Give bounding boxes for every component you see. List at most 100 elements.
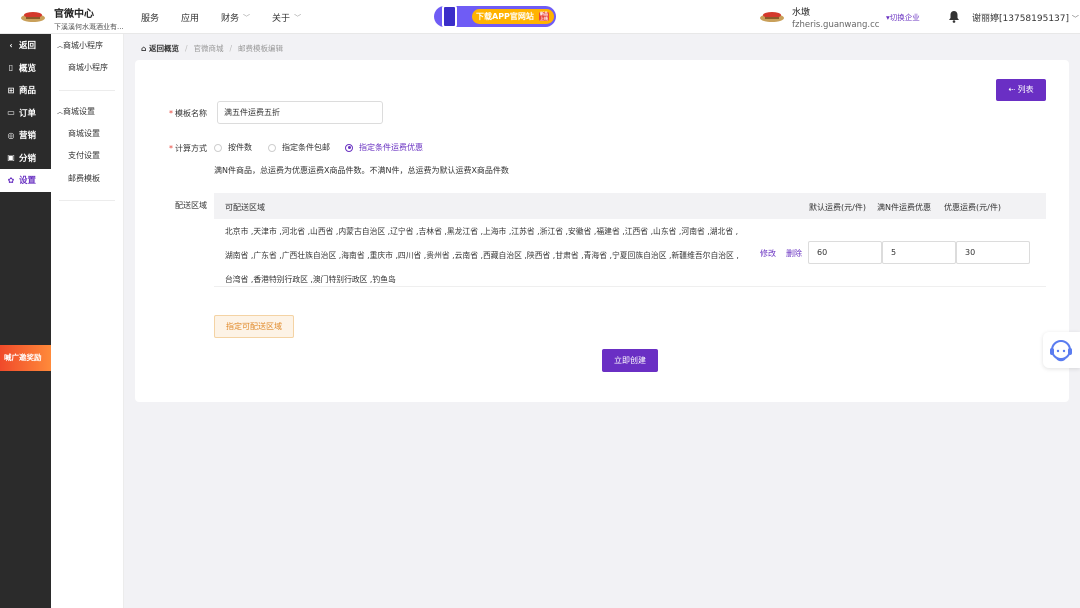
secondary-sidebar: ︿商城小程序 商城小程序 ︿商城设置 商城设置 支付设置 邮费模板 — [51, 34, 124, 608]
nav-finance[interactable]: 财务 ﹀ — [221, 11, 251, 25]
invite-reward-badge[interactable]: 喊广邀奖励 — [0, 345, 51, 371]
delete-region-link[interactable]: 删除 — [786, 248, 802, 259]
breadcrumb-home[interactable]: ⌂ 返回概览 — [141, 43, 179, 54]
required-mark: * — [169, 109, 173, 118]
breadcrumb-item[interactable]: 官微商城 — [194, 43, 224, 54]
company-logo-icon — [760, 12, 784, 22]
sidebar-group-label: 商城设置 — [63, 106, 96, 116]
breadcrumb-separator: / — [184, 44, 188, 53]
col-region: 可配送区域 — [225, 203, 265, 212]
col-discount-fee: 优惠运费(元/件) — [944, 203, 1001, 212]
user-menu[interactable]: 谢丽婷[13758195137] ﹀ — [972, 11, 1079, 24]
threshold-input[interactable]: 5 — [882, 241, 956, 264]
template-form-card: ⇠ 列表 * 模板名称 满五件运费五折 * 计算方式 按件数 指定条件包邮 指定条件… — [135, 60, 1069, 402]
nav-label: 财务 — [221, 14, 240, 24]
list-button-label: 列表 — [1017, 85, 1034, 94]
rail-item-overview[interactable]: ▯ 概览 — [0, 57, 51, 80]
radio-by-count[interactable]: 按件数 — [214, 142, 252, 153]
chevron-down-icon: ﹀ — [243, 13, 251, 22]
sidebar-group-label: 商城小程序 — [63, 41, 104, 50]
rail-item-marketing[interactable]: ◎ 营销 — [0, 124, 51, 147]
edit-region-link[interactable]: 修改 — [760, 248, 776, 259]
rail-item-orders[interactable]: ▭ 订单 — [0, 102, 51, 125]
region-line: 台湾省 ,香港特别行政区 ,澳门特别行政区 ,钓鱼岛 — [225, 275, 396, 284]
rail-item-back[interactable]: ‹ 返回 — [0, 34, 51, 57]
template-name-input[interactable]: 满五件运费五折 — [217, 101, 383, 124]
back-icon: ‹ — [9, 40, 13, 50]
nav-about[interactable]: 关于 ﹀ — [272, 11, 302, 25]
chevron-down-icon: ﹀ — [294, 13, 302, 22]
sidebar-divider — [59, 89, 115, 91]
nav-apps[interactable]: 应用 — [181, 11, 199, 24]
radio-discount-condition[interactable]: 指定条件运费优惠 — [345, 142, 423, 153]
nav-service[interactable]: 服务 — [141, 11, 159, 24]
create-button[interactable]: 立即创建 — [602, 349, 658, 372]
region-line: 北京市 ,天津市 ,河北省 ,山西省 ,内蒙古自治区 ,辽宁省 ,吉林省 ,黑龙… — [225, 227, 739, 236]
brand[interactable]: 官微中心 下溪溪何水溉酒业有... — [54, 5, 126, 32]
sidebar-item-payment-settings[interactable]: 支付设置 — [51, 145, 123, 168]
brand-logo-icon — [21, 12, 45, 22]
calc-method-label: * 计算方式 — [169, 143, 207, 154]
order-icon: ▭ — [7, 108, 15, 118]
customer-service-button[interactable] — [1043, 332, 1080, 368]
region-table-header: 可配送区域 默认运费(元/件) 满N件运费优惠 优惠运费(元/件) — [214, 193, 1046, 219]
marketing-icon: ◎ — [7, 130, 15, 140]
rail-label: 返回 — [19, 41, 37, 52]
rail-label: 营销 — [19, 131, 37, 142]
radio-dot — [268, 143, 276, 152]
rail-label: 概览 — [19, 63, 37, 74]
promo-text: 下载APP官网站 — [476, 12, 534, 21]
rail-item-goods[interactable]: ⊞ 商品 — [0, 79, 51, 102]
company-name: 水墩 — [792, 8, 811, 18]
rail-label: 分销 — [19, 153, 37, 164]
sidebar-item-shop-settings[interactable]: 商城设置 — [51, 123, 123, 146]
breadcrumb-home-label: 返回概览 — [148, 44, 179, 53]
label-text: 模板名称 — [175, 109, 207, 118]
radio-label: 按件数 — [228, 143, 252, 152]
top-nav: 服务 应用 财务 ﹀ 关于 ﹀ — [141, 11, 323, 25]
radio-dot — [214, 143, 222, 152]
add-delivery-area-button[interactable]: 指定可配送区域 — [214, 315, 294, 338]
top-bar: 官微中心 下溪溪何水溉酒业有... 服务 应用 财务 ﹀ 关于 ﹀ 下载APP官网站… — [0, 0, 1080, 34]
radio-dot — [345, 143, 353, 152]
sidebar-item-shipping-template[interactable]: 邮费模板 — [51, 168, 123, 191]
row-divider — [214, 286, 1046, 287]
nav-label: 关于 — [272, 14, 291, 24]
col-default-fee: 默认运费(元/件) — [809, 203, 866, 212]
switch-company-button[interactable]: ▾切换企业 — [886, 12, 920, 23]
home-icon: ⌂ — [141, 44, 149, 53]
template-name-label: * 模板名称 — [169, 108, 207, 119]
phone-icon — [442, 5, 457, 28]
company-info: 水墩 fzheris.guanwang.cc — [792, 5, 879, 30]
calc-hint: 满N件商品，总运费为优惠运费X商品件数。不满N件，总运费为默认运费X商品件数 — [214, 166, 509, 175]
arrow-left-icon: ⇠ — [1008, 85, 1018, 94]
breadcrumb-item: 邮费模板编辑 — [238, 44, 284, 53]
discount-fee-input[interactable]: 30 — [956, 241, 1030, 264]
col-threshold: 满N件运费优惠 — [877, 203, 931, 212]
promo-pill: 下载APP官网站 新品上线 — [472, 9, 554, 24]
breadcrumb-separator: / — [229, 44, 233, 53]
company-domain: fzheris.guanwang.cc — [792, 20, 880, 30]
brand-title: 官微中心 — [54, 9, 94, 20]
brand-subtitle: 下溪溪何水溉酒业有... — [54, 23, 124, 31]
switch-label: 切换企业 — [889, 13, 920, 22]
nav-label: 服务 — [141, 14, 160, 24]
radio-label: 指定条件包邮 — [282, 143, 330, 152]
radio-free-shipping-condition[interactable]: 指定条件包邮 — [268, 142, 330, 153]
sidebar-group-miniapp[interactable]: ︿商城小程序 — [51, 35, 123, 57]
sidebar-group-shop-settings[interactable]: ︿商城设置 — [51, 101, 123, 123]
default-fee-input[interactable]: 60 — [808, 241, 882, 264]
sidebar-item-miniapp[interactable]: 商城小程序 — [51, 57, 123, 80]
nav-label: 应用 — [181, 14, 200, 24]
list-button[interactable]: ⇠ 列表 — [996, 79, 1046, 101]
rail-label: 订单 — [19, 108, 37, 119]
rail-item-distribution[interactable]: ▣ 分销 — [0, 147, 51, 170]
bell-icon[interactable] — [948, 10, 960, 23]
label-text: 计算方式 — [175, 144, 207, 153]
radio-label: 指定条件运费优惠 — [359, 143, 423, 152]
rail-item-settings[interactable]: ✿ 设置 — [0, 169, 51, 192]
download-app-banner[interactable]: 下载APP官网站 新品上线 — [434, 5, 556, 28]
region-line: 湖南省 ,广东省 ,广西壮族自治区 ,海南省 ,重庆市 ,四川省 ,贵州省 ,云… — [225, 251, 739, 260]
user-name: 谢丽婷[13758195137] — [972, 14, 1070, 24]
goods-icon: ⊞ — [7, 85, 15, 95]
